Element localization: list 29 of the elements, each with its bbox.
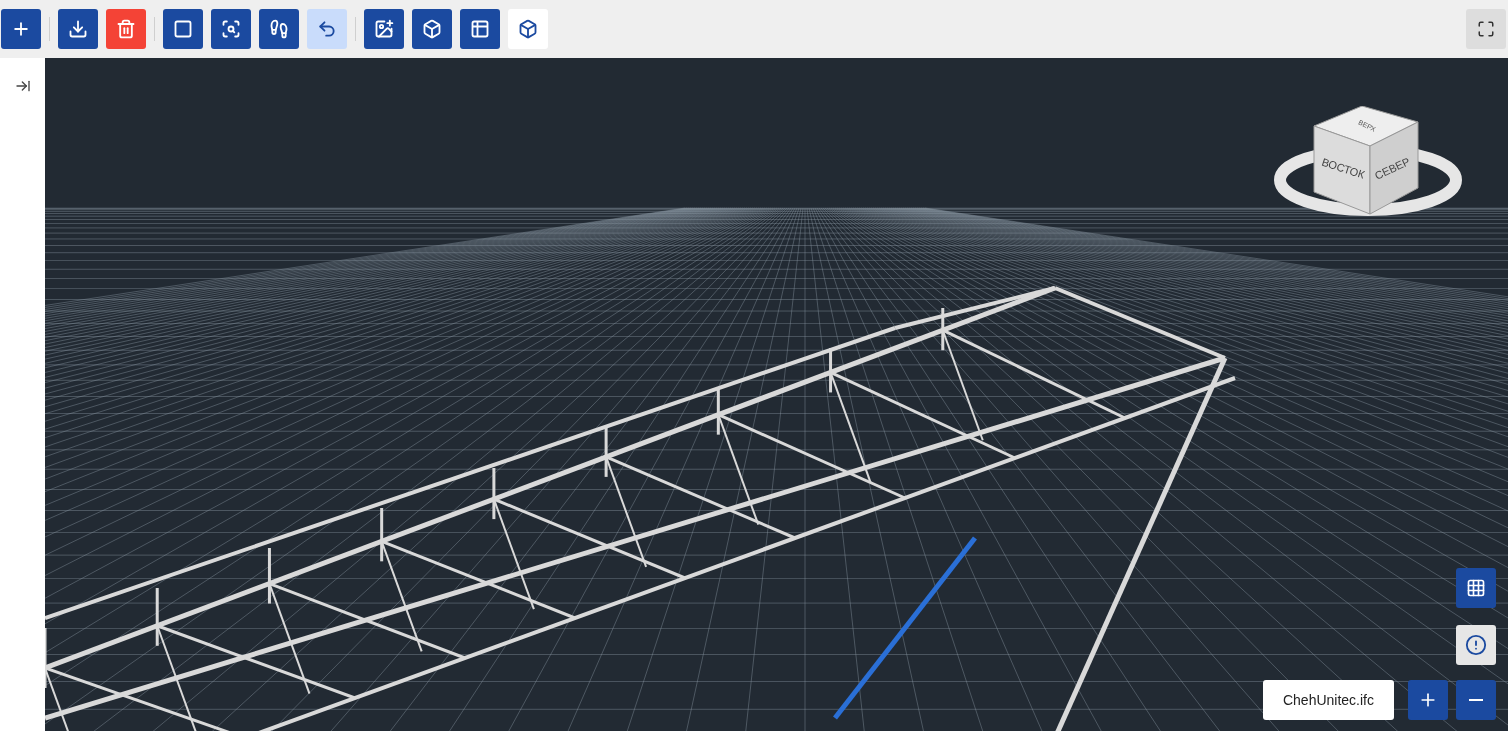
info-button[interactable] xyxy=(1456,625,1496,665)
orbit-button[interactable] xyxy=(307,9,347,49)
walk-icon xyxy=(269,19,289,39)
download-icon xyxy=(68,19,88,39)
wireframe-button[interactable] xyxy=(508,9,548,49)
focus-icon xyxy=(221,19,241,39)
grid-icon xyxy=(1466,578,1486,598)
frame-icon xyxy=(173,19,193,39)
screenshot-button[interactable] xyxy=(364,9,404,49)
download-button[interactable] xyxy=(58,9,98,49)
add-icon xyxy=(11,19,31,39)
screenshot-icon xyxy=(374,19,394,39)
grid-toggle-button[interactable] xyxy=(1456,568,1496,608)
delete-button[interactable] xyxy=(106,9,146,49)
minus-icon xyxy=(1469,699,1483,701)
grid-button[interactable] xyxy=(460,9,500,49)
add-button[interactable] xyxy=(1,9,41,49)
file-name-label: ChehUnitec.ifc xyxy=(1262,680,1394,720)
expand-sidebar-icon[interactable] xyxy=(14,78,31,94)
delete-icon xyxy=(116,19,136,39)
fullscreen-button[interactable] xyxy=(1466,9,1506,49)
cube-button[interactable] xyxy=(412,9,452,49)
walk-button[interactable] xyxy=(259,9,299,49)
box-icon xyxy=(422,19,442,39)
alert-icon xyxy=(1465,634,1487,656)
fullscreen-icon xyxy=(1477,20,1495,38)
zoom-in-button[interactable] xyxy=(1408,680,1448,720)
focus-button[interactable] xyxy=(211,9,251,49)
frame-button[interactable] xyxy=(163,9,203,49)
